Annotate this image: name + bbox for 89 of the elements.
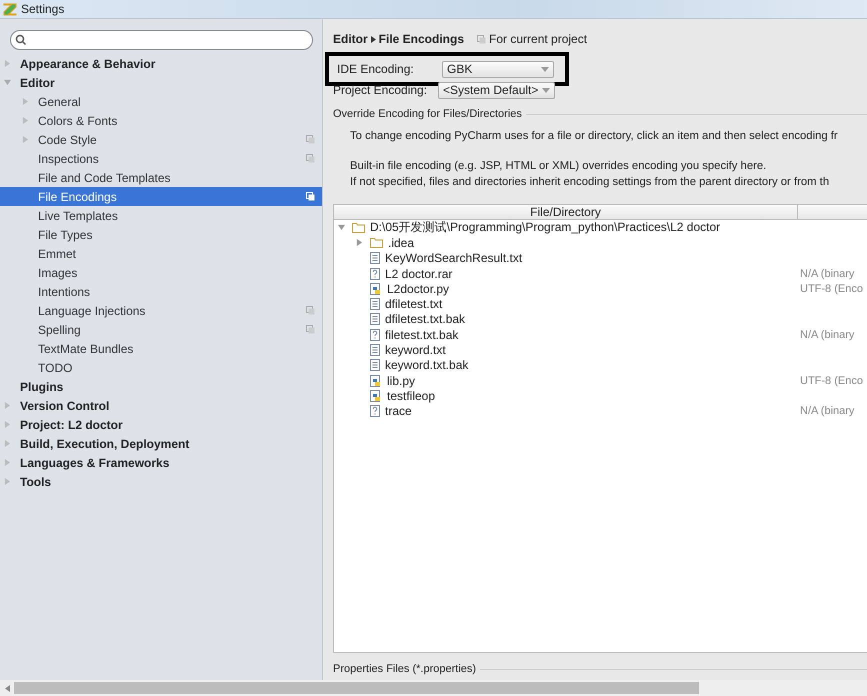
expand-arrow-icon[interactable] bbox=[4, 79, 11, 86]
description-text: To change encoding PyCharm uses for a file or directory, click an item and then select encoding fr bbox=[350, 129, 839, 144]
field-label: Project Encoding: bbox=[333, 83, 428, 97]
settings-tree-item[interactable]: General bbox=[0, 92, 322, 111]
section-title: Override Encoding for Files/Directories bbox=[333, 108, 522, 120]
settings-tree-item[interactable]: Build, Execution, Deployment bbox=[0, 434, 322, 453]
settings-tree-item[interactable]: Version Control bbox=[0, 396, 322, 415]
file-name[interactable]: keyword.txt bbox=[385, 343, 446, 358]
file-name[interactable]: trace bbox=[385, 404, 412, 418]
settings-tree-item[interactable]: File Encodings bbox=[0, 187, 322, 206]
breadcrumb-parent: Editor bbox=[333, 32, 368, 46]
settings-tree-item[interactable]: Plugins bbox=[0, 377, 322, 396]
unknown-file-icon bbox=[370, 405, 380, 418]
settings-tree-item[interactable]: Inspections bbox=[0, 149, 322, 168]
settings-tree-item[interactable]: Language Injections bbox=[0, 301, 322, 320]
field-label: IDE Encoding: bbox=[337, 62, 415, 76]
settings-tree-item[interactable]: TextMate Bundles bbox=[0, 339, 322, 358]
horizontal-scrollbar[interactable] bbox=[0, 680, 867, 696]
encoding-value: N/A (binary bbox=[800, 328, 854, 341]
unknown-file-icon bbox=[370, 268, 380, 280]
description-text: If not specified, files and directories inherit encoding settings from the parent directory or from th bbox=[350, 175, 830, 190]
expand-arrow-icon[interactable] bbox=[4, 478, 11, 485]
settings-tree-item[interactable]: Appearance & Behavior bbox=[0, 54, 322, 73]
scrollbar-thumb[interactable] bbox=[14, 682, 699, 694]
encoding-value: N/A (binary bbox=[800, 405, 854, 418]
settings-tree-item[interactable]: Colors & Fonts bbox=[0, 111, 322, 130]
expand-arrow-icon[interactable] bbox=[4, 421, 11, 428]
encoding-value: UTF-8 (Enco bbox=[800, 374, 863, 387]
settings-tree-item[interactable]: Editor bbox=[0, 73, 322, 92]
dropdown-arrow-icon bbox=[541, 66, 549, 72]
settings-tree-item[interactable]: Intentions bbox=[0, 282, 322, 301]
file-name[interactable]: filetest.txt.bak bbox=[385, 328, 458, 342]
file-name[interactable]: dfiletest.txt bbox=[385, 297, 442, 312]
folder-icon bbox=[352, 222, 365, 234]
expand-arrow-icon[interactable] bbox=[338, 224, 345, 232]
settings-tree-item[interactable]: Project: L2 doctor bbox=[0, 415, 322, 434]
settings-tree-item[interactable]: TODO bbox=[0, 358, 322, 377]
settings-tree-item[interactable]: Emmet bbox=[0, 244, 322, 263]
breadcrumb-current: File Encodings bbox=[378, 32, 464, 46]
encoding-value: N/A (binary bbox=[800, 268, 854, 280]
settings-tree-item[interactable]: File Types bbox=[0, 225, 322, 244]
description-text: Built-in file encoding (e.g. JSP, HTML or XML) overrides encoding you specify here. bbox=[350, 159, 768, 174]
expand-arrow-icon[interactable] bbox=[22, 98, 29, 105]
folder-icon bbox=[370, 237, 383, 248]
file-name[interactable]: dfiletest.txt.bak bbox=[385, 312, 466, 326]
file-name[interactable]: testfileop bbox=[387, 388, 436, 403]
text-file-icon bbox=[370, 359, 380, 372]
python-file-icon bbox=[370, 282, 382, 295]
search-icon bbox=[15, 34, 27, 46]
expand-arrow-icon[interactable] bbox=[4, 440, 11, 447]
expand-arrow-icon[interactable] bbox=[4, 402, 11, 409]
settings-tree-item[interactable]: Live Templates bbox=[0, 206, 322, 225]
expand-arrow-icon[interactable] bbox=[22, 117, 29, 124]
search-field[interactable] bbox=[10, 30, 313, 50]
project-scope-icon bbox=[477, 34, 486, 44]
unknown-file-icon bbox=[370, 328, 380, 341]
encoding-dropdown[interactable]: GBK bbox=[442, 60, 554, 78]
app-logo-icon bbox=[3, 2, 17, 16]
text-file-icon bbox=[370, 344, 380, 356]
settings-tree-item[interactable]: File and Code Templates bbox=[0, 168, 322, 187]
python-file-icon bbox=[370, 374, 382, 387]
settings-tree-item[interactable]: Spelling bbox=[0, 320, 322, 339]
settings-tree-item[interactable]: Tools bbox=[0, 472, 322, 491]
text-file-icon bbox=[370, 313, 380, 326]
dropdown-arrow-icon bbox=[542, 88, 550, 92]
encoding-value: UTF-8 (Enco bbox=[800, 282, 863, 295]
expand-arrow-icon[interactable] bbox=[356, 239, 363, 246]
file-name[interactable]: D:\05开发测试\Programming\Program_python\Practices\L2 doctor bbox=[370, 219, 720, 236]
expand-arrow-icon[interactable] bbox=[4, 60, 11, 67]
file-name[interactable]: L2 doctor.rar bbox=[385, 266, 452, 281]
file-name[interactable]: L2doctor.py bbox=[387, 282, 450, 296]
settings-tree-item[interactable]: Languages & Frameworks bbox=[0, 453, 322, 472]
text-file-icon bbox=[370, 252, 380, 264]
settings-tree-item[interactable]: Code Style bbox=[0, 130, 322, 149]
section-title: Properties Files (*.properties) bbox=[333, 663, 476, 675]
settings-tree-item[interactable]: Images bbox=[0, 263, 322, 282]
expand-arrow-icon[interactable] bbox=[22, 136, 29, 143]
scope-label: For current project bbox=[489, 32, 588, 46]
file-name[interactable]: KeyWordSearchResult.txt bbox=[385, 251, 522, 266]
python-file-icon bbox=[370, 390, 382, 402]
breadcrumb-arrow-icon bbox=[370, 36, 376, 42]
scroll-left-arrow-icon[interactable] bbox=[5, 684, 10, 692]
text-file-icon bbox=[370, 298, 380, 310]
window-title: Settings bbox=[21, 2, 64, 16]
file-name[interactable]: keyword.txt.bak bbox=[385, 358, 468, 372]
file-name[interactable]: lib.py bbox=[387, 374, 416, 388]
encoding-dropdown[interactable]: <System Default> bbox=[438, 82, 556, 98]
file-name[interactable]: .idea bbox=[388, 236, 414, 250]
expand-arrow-icon[interactable] bbox=[4, 459, 11, 466]
